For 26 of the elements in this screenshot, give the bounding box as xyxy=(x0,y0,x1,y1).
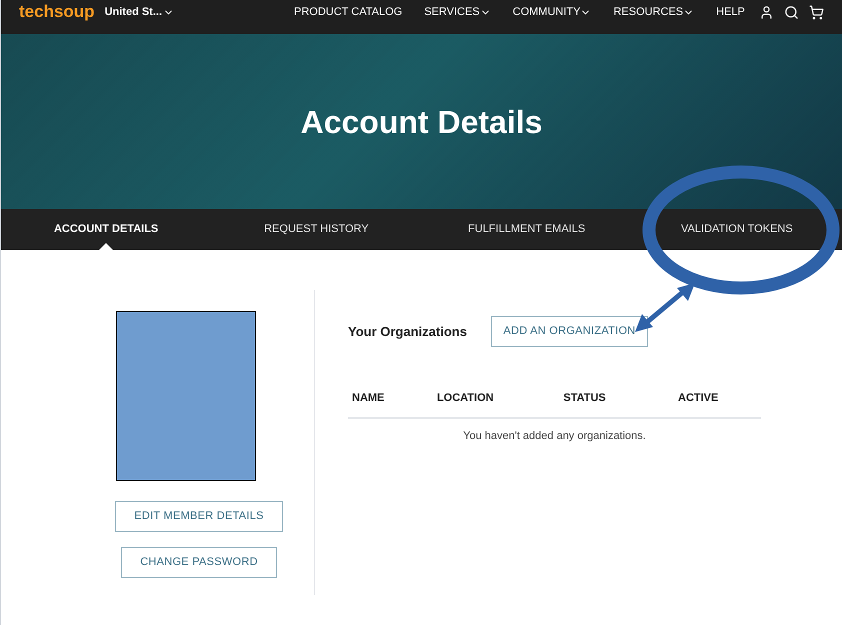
column-header: NAME xyxy=(352,392,384,404)
nav-link[interactable]: HELP xyxy=(716,3,745,21)
double-arrow xyxy=(635,283,695,332)
page-title: Account Details xyxy=(300,102,542,142)
nav-link[interactable]: COMMUNITY xyxy=(512,3,592,21)
nav-link[interactable]: SERVICES xyxy=(424,3,491,21)
nav-link[interactable]: RESOURCES xyxy=(613,3,694,21)
tab[interactable]: REQUEST HISTORY xyxy=(264,221,369,238)
region-selector[interactable]: United St... xyxy=(104,3,174,21)
column-header: ACTIVE xyxy=(678,392,718,404)
search-icon[interactable] xyxy=(784,4,799,20)
nav-link[interactable]: PRODUCT CATALOG xyxy=(294,3,402,21)
column-header: LOCATION xyxy=(436,392,494,404)
column-header: STATUS xyxy=(563,392,606,404)
selected-indicator xyxy=(99,243,114,250)
section-heading: Your Organizations xyxy=(348,322,467,341)
empty-message: You haven't added any organizations. xyxy=(463,429,646,444)
tab[interactable]: VALIDATION TOKENS xyxy=(681,221,793,238)
account-icon[interactable] xyxy=(759,4,774,20)
tab[interactable]: FULFILLMENT EMAILS xyxy=(468,221,586,238)
edit-member-button[interactable]: EDIT MEMBER DETAILS xyxy=(115,501,283,532)
tab[interactable]: ACCOUNT DETAILS xyxy=(54,221,158,238)
cart-icon[interactable] xyxy=(809,4,824,20)
change-password-button[interactable]: CHANGE PASSWORD xyxy=(121,547,277,578)
add-organization-button[interactable]: ADD AN ORGANIZATION xyxy=(490,316,648,347)
logo[interactable]: techsoup xyxy=(19,3,95,21)
